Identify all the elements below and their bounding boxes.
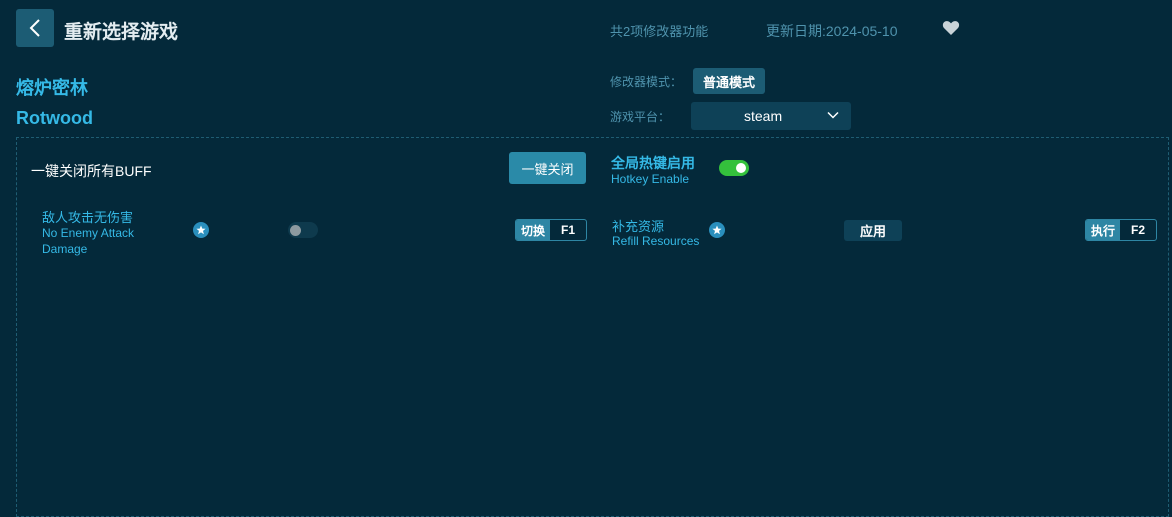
mode-label: 修改器模式：	[610, 75, 683, 89]
apply-button[interactable]: 应用	[844, 220, 902, 241]
mode-button[interactable]: 普通模式	[693, 68, 765, 94]
toggle-knob	[736, 163, 746, 173]
hotkey-toggle[interactable]	[719, 160, 749, 176]
option-name-en-cont: Damage	[42, 242, 88, 256]
key-label: F2	[1131, 223, 1146, 237]
chevron-down-icon	[827, 111, 839, 119]
star-icon[interactable]	[709, 222, 725, 238]
toggle-knob	[290, 225, 301, 236]
option-name-cn: 敌人攻击无伤害	[42, 210, 134, 225]
update-date: 更新日期:2024-05-10	[766, 23, 898, 39]
option-name-en: No Enemy Attack	[42, 226, 135, 240]
key-action-label: 切换	[516, 220, 551, 240]
platform-select[interactable]: steam	[691, 102, 851, 130]
platform-value: steam	[744, 108, 783, 124]
star-icon[interactable]	[193, 222, 209, 238]
game-name-en: Rotwood	[16, 108, 93, 128]
page-title: 重新选择游戏	[64, 22, 179, 43]
no-damage-toggle[interactable]	[288, 222, 318, 238]
hotkey-chip-f2[interactable]: 执行 F2	[1085, 219, 1157, 241]
kill-all-button[interactable]: 一键关闭	[509, 152, 586, 184]
heart-icon[interactable]	[942, 20, 960, 36]
hotkey-label-en: Hotkey Enable	[611, 172, 690, 186]
hotkey-chip-f1[interactable]: 切换 F1	[515, 219, 587, 241]
feature-count: 共2项修改器功能	[610, 24, 709, 39]
hotkey-label-cn: 全局热键启用	[611, 155, 695, 171]
chevron-left-icon	[29, 19, 40, 37]
game-name-cn: 熔炉密林	[16, 78, 88, 98]
key-action-label: 执行	[1086, 220, 1121, 240]
cheat-panel	[16, 137, 1169, 517]
kill-all-label: 一键关闭所有BUFF	[31, 163, 152, 179]
key-label: F1	[561, 223, 576, 237]
option-name-en: Refill Resources	[612, 234, 700, 248]
platform-label: 游戏平台：	[610, 110, 671, 124]
back-button[interactable]	[16, 9, 54, 47]
